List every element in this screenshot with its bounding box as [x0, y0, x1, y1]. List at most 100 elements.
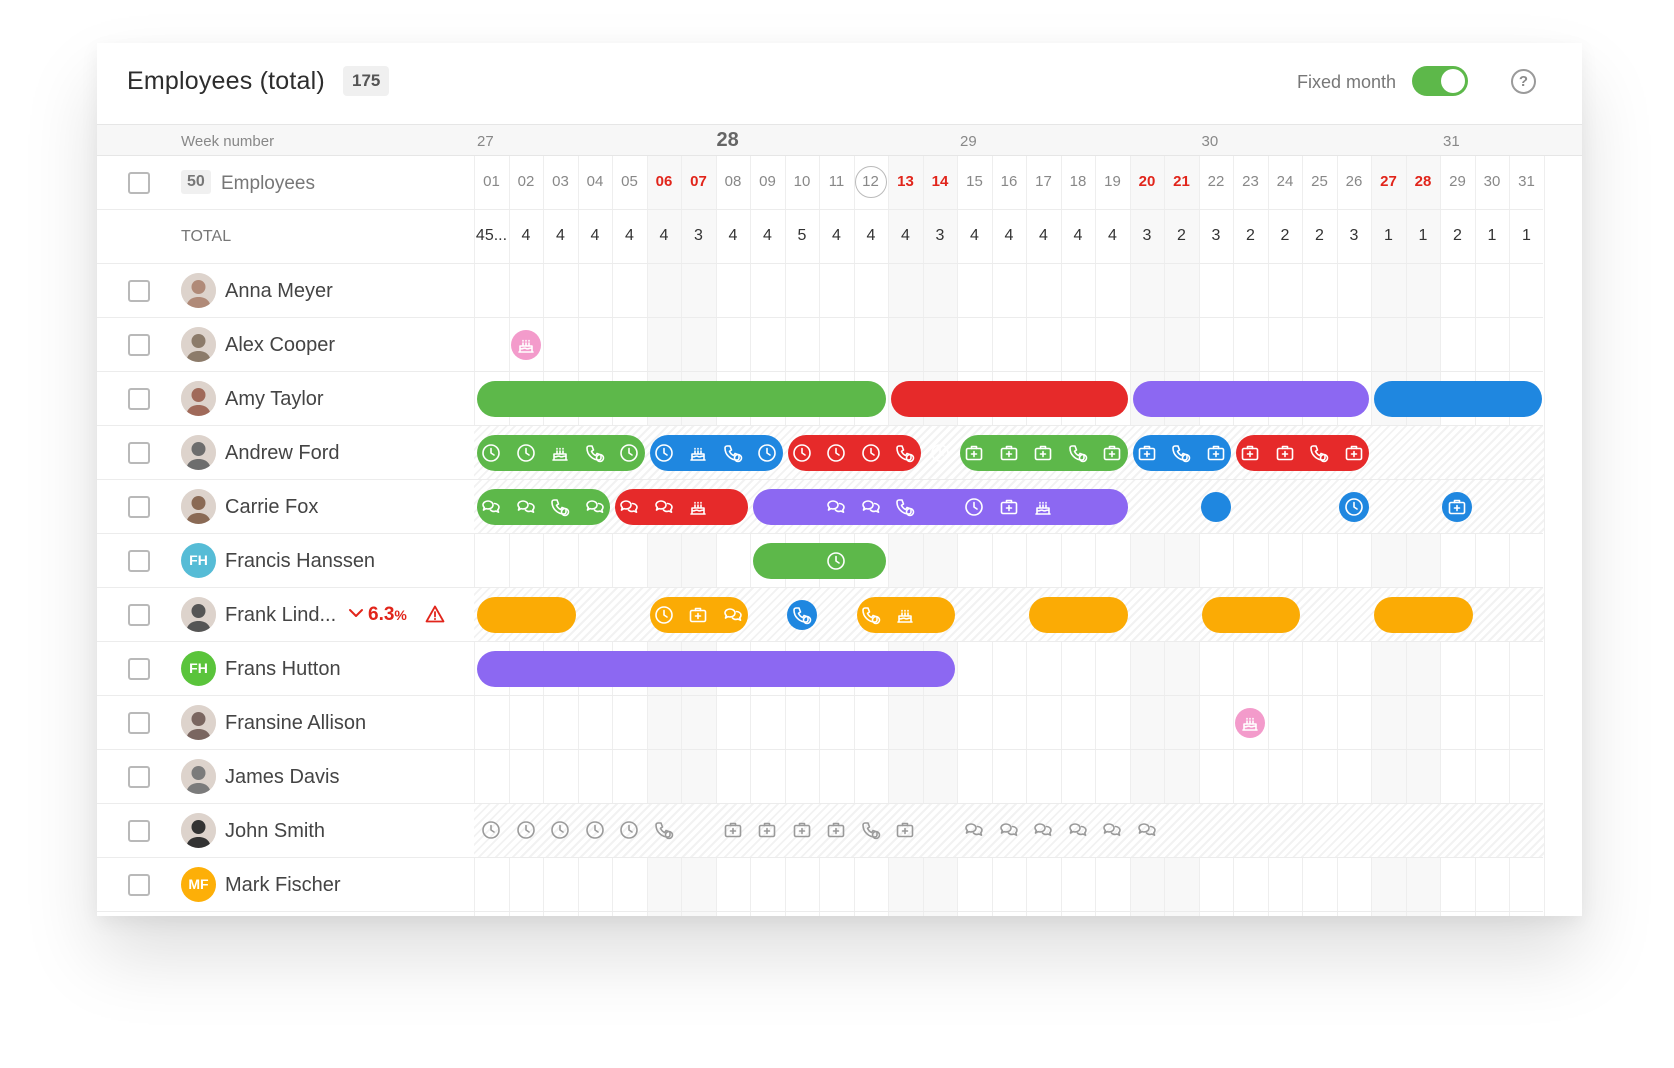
clock-icon[interactable] — [584, 819, 606, 841]
day-number[interactable]: 10 — [785, 173, 820, 190]
clock-icon[interactable] — [515, 819, 537, 841]
day-number[interactable]: 31 — [1509, 173, 1544, 190]
day-number[interactable]: 09 — [750, 173, 785, 190]
absence-bar-purple[interactable] — [1132, 381, 1369, 417]
day-number[interactable]: 04 — [578, 173, 613, 190]
day-number[interactable]: 18 — [1061, 173, 1096, 190]
day-number[interactable]: 13 — [888, 173, 923, 190]
absence-dot-pink[interactable] — [1235, 708, 1265, 738]
day-number[interactable]: 27 — [1371, 173, 1406, 190]
day-number[interactable]: 14 — [923, 173, 958, 190]
employee-name[interactable]: Fransine Allison — [225, 712, 366, 735]
employee-checkbox[interactable] — [128, 496, 150, 518]
help-icon[interactable]: ? — [1511, 69, 1536, 94]
employee-checkbox[interactable] — [128, 334, 150, 356]
absence-bar-purple[interactable] — [477, 651, 955, 687]
absence-bar-green[interactable] — [477, 435, 645, 471]
employee-checkbox[interactable] — [128, 820, 150, 842]
phone-icon[interactable] — [653, 819, 675, 841]
absence-bar-orange[interactable] — [1201, 597, 1300, 633]
day-number[interactable]: 06 — [647, 173, 682, 190]
employee-name[interactable]: James Davis — [225, 766, 339, 789]
medkit-icon[interactable] — [722, 819, 744, 841]
day-number[interactable]: 23 — [1233, 173, 1268, 190]
absence-bar-green[interactable] — [753, 543, 886, 579]
chat-icon[interactable] — [963, 819, 985, 841]
today-day-number[interactable]: 12 — [854, 166, 887, 198]
employee-name[interactable]: Mark Fischer — [225, 874, 341, 897]
clock-icon[interactable] — [618, 819, 640, 841]
absence-bar-orange[interactable] — [649, 597, 748, 633]
employee-checkbox[interactable] — [128, 550, 150, 572]
absence-bar-red[interactable] — [1236, 435, 1369, 471]
absence-bar-blue[interactable] — [649, 435, 783, 471]
day-number[interactable]: 17 — [1026, 173, 1061, 190]
employee-checkbox[interactable] — [128, 388, 150, 410]
employee-checkbox[interactable] — [128, 766, 150, 788]
absence-dot-blue[interactable] — [1200, 492, 1231, 522]
day-number[interactable]: 05 — [612, 173, 647, 190]
chat-icon[interactable] — [998, 819, 1020, 841]
absence-bar-orange[interactable] — [1374, 597, 1473, 633]
day-number[interactable]: 02 — [509, 173, 544, 190]
clock-icon[interactable] — [480, 819, 502, 841]
employee-name[interactable]: Anna Meyer — [225, 280, 333, 303]
employee-checkbox[interactable] — [128, 604, 150, 626]
employee-name[interactable]: Frank Lind... — [225, 604, 336, 627]
medkit-icon[interactable] — [825, 819, 847, 841]
day-number[interactable]: 30 — [1475, 173, 1510, 190]
employee-name[interactable]: Amy Taylor — [225, 388, 324, 411]
day-number[interactable]: 16 — [992, 173, 1027, 190]
employee-checkbox[interactable] — [128, 280, 150, 302]
absence-dot-blue[interactable] — [1442, 492, 1472, 522]
day-number[interactable]: 08 — [716, 173, 751, 190]
chat-icon[interactable] — [1101, 819, 1123, 841]
phone-icon[interactable] — [860, 819, 882, 841]
employee-name[interactable]: Alex Cooper — [225, 334, 335, 357]
day-number[interactable]: 28 — [1406, 173, 1441, 190]
day-number[interactable]: 03 — [543, 173, 578, 190]
employee-name[interactable]: Carrie Fox — [225, 496, 318, 519]
clock-icon[interactable] — [549, 819, 571, 841]
fixed-month-toggle[interactable] — [1412, 66, 1468, 96]
employee-name[interactable]: Andrew Ford — [225, 442, 340, 465]
absence-bar-orange[interactable] — [856, 597, 955, 633]
absence-bar-red[interactable] — [615, 489, 748, 525]
absence-dot-blue[interactable] — [786, 600, 817, 630]
day-number[interactable]: 20 — [1130, 173, 1165, 190]
day-number[interactable]: 11 — [819, 173, 854, 190]
medkit-icon[interactable] — [894, 819, 916, 841]
medkit-icon[interactable] — [791, 819, 813, 841]
select-all-checkbox[interactable] — [128, 172, 150, 194]
absence-bar-orange[interactable] — [477, 597, 576, 633]
employee-checkbox[interactable] — [128, 442, 150, 464]
day-number[interactable]: 19 — [1095, 173, 1130, 190]
absence-bar-red[interactable] — [891, 381, 1128, 417]
day-number[interactable]: 26 — [1337, 173, 1372, 190]
day-number[interactable]: 15 — [957, 173, 992, 190]
day-number[interactable]: 22 — [1199, 173, 1234, 190]
absence-dot-pink[interactable] — [510, 330, 541, 360]
absence-bar-red[interactable] — [787, 435, 949, 471]
chat-icon[interactable] — [1136, 819, 1158, 841]
absence-bar-orange[interactable] — [1029, 597, 1128, 633]
medkit-icon[interactable] — [756, 819, 778, 841]
employee-name[interactable]: John Smith — [225, 820, 325, 843]
absence-dot-blue[interactable] — [1338, 492, 1369, 522]
day-number[interactable]: 29 — [1440, 173, 1475, 190]
chat-icon[interactable] — [1032, 819, 1054, 841]
absence-bar-green[interactable] — [477, 489, 610, 525]
day-number[interactable]: 21 — [1164, 173, 1199, 190]
employee-checkbox[interactable] — [128, 712, 150, 734]
day-number[interactable]: 07 — [681, 173, 716, 190]
absence-bar-blue[interactable] — [1132, 435, 1231, 471]
absence-bar-green[interactable] — [960, 435, 1128, 471]
day-number[interactable]: 25 — [1302, 173, 1337, 190]
absence-bar-blue[interactable] — [1374, 381, 1542, 417]
absence-bar-purple[interactable] — [753, 489, 1128, 525]
day-number[interactable]: 24 — [1268, 173, 1303, 190]
day-number[interactable]: 01 — [474, 173, 509, 190]
absence-bar-green[interactable] — [477, 381, 886, 417]
employee-name[interactable]: Frans Hutton — [225, 658, 341, 681]
employee-checkbox[interactable] — [128, 874, 150, 896]
